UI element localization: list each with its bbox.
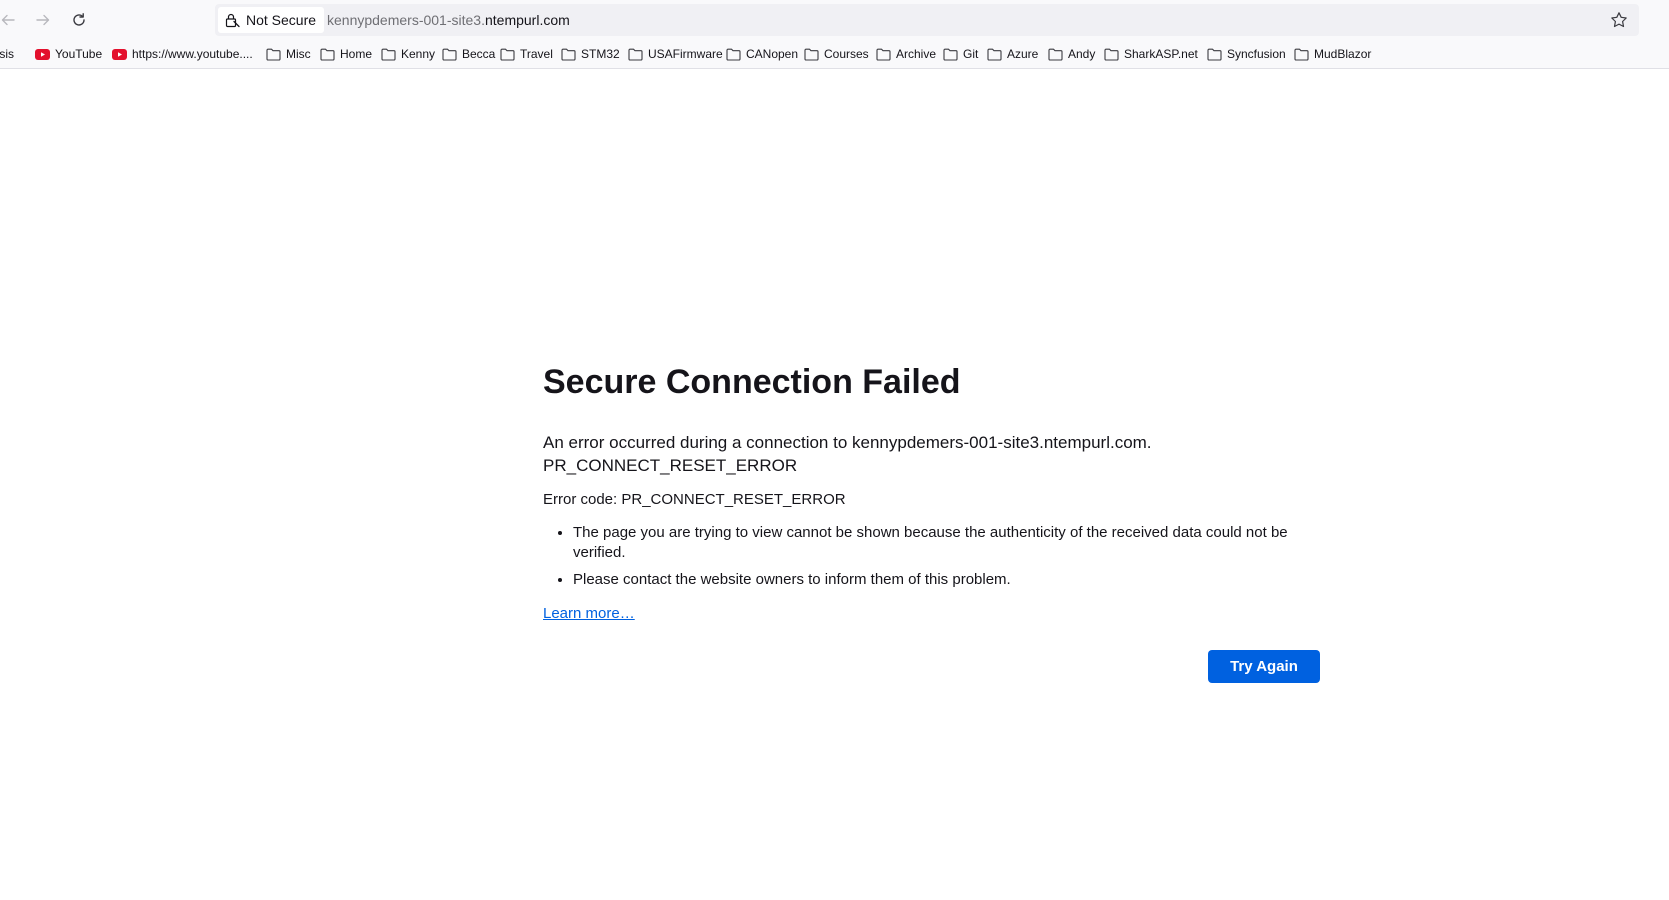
bookmark-https-www-youtube[interactable]: https://www.youtube.... — [112, 44, 253, 64]
bookmark-home[interactable]: Home — [320, 44, 372, 64]
error-page: Secure Connection Failed An error occurr… — [543, 360, 1320, 684]
bookmark-misc[interactable]: Misc — [266, 44, 311, 64]
forward-button[interactable] — [29, 6, 57, 34]
folder-icon — [726, 48, 741, 61]
folder-icon — [628, 48, 643, 61]
url-text[interactable]: kennypdemers-001-site3.ntempurl.com — [327, 4, 570, 36]
folder-icon — [320, 48, 335, 61]
error-description-code: PR_CONNECT_RESET_ERROR — [543, 456, 798, 475]
folder-icon — [266, 48, 281, 61]
youtube-icon — [35, 48, 50, 60]
bookmark-label: Andy — [1068, 47, 1096, 61]
bookmark-nasis[interactable]: nasis — [0, 44, 14, 64]
bookmark-label: Syncfusion — [1227, 47, 1286, 61]
bookmark-label: Misc — [286, 47, 311, 61]
bookmark-star-button[interactable] — [1609, 10, 1629, 30]
arrow-left-icon — [1, 14, 15, 26]
bookmark-label: Archive — [896, 47, 937, 61]
bookmark-label: Home — [340, 47, 373, 61]
bookmark-label: nasis — [0, 47, 15, 61]
security-label: Not Secure — [246, 12, 317, 28]
browser-toolbar: Not Secure kennypdemers-001-site3.ntempu… — [0, 0, 1669, 40]
star-icon — [1611, 12, 1627, 28]
bookmark-label: USAFirmware — [648, 47, 723, 61]
youtube-icon — [112, 48, 127, 60]
folder-icon — [1207, 48, 1222, 61]
url-domain: ntempurl.com — [484, 12, 570, 28]
url-bar[interactable]: Not Secure kennypdemers-001-site3.ntempu… — [215, 4, 1639, 36]
bookmark-label: https://www.youtube.... — [132, 47, 253, 61]
bookmark-label: Git — [963, 47, 979, 61]
back-button[interactable] — [0, 6, 22, 34]
bookmark-git[interactable]: Git — [943, 44, 978, 64]
error-details-list: The page you are trying to view cannot b… — [543, 523, 1320, 590]
bookmark-azure[interactable]: Azure — [987, 44, 1038, 64]
site-security-button[interactable]: Not Secure — [218, 7, 325, 33]
bookmark-label: Becca — [462, 47, 496, 61]
folder-icon — [500, 48, 515, 61]
bookmarks-toolbar: nasis YouTube https://www.youtube.... Misc H… — [0, 40, 1669, 69]
bookmark-kenny[interactable]: Kenny — [381, 44, 435, 64]
bookmark-youtube[interactable]: YouTube — [35, 44, 102, 64]
bookmark-stm32[interactable]: STM32 — [561, 44, 620, 64]
arrow-right-icon — [36, 14, 50, 26]
list-item: Please contact the website owners to inf… — [573, 570, 1320, 590]
folder-icon — [1048, 48, 1063, 61]
try-again-button[interactable]: Try Again — [1208, 650, 1320, 683]
folder-icon — [1294, 48, 1309, 61]
bookmark-travel[interactable]: Travel — [500, 44, 553, 64]
folder-icon — [442, 48, 457, 61]
bookmark-archive[interactable]: Archive — [876, 44, 936, 64]
learn-more-link[interactable]: Learn more… — [543, 604, 635, 624]
folder-icon — [381, 48, 396, 61]
bookmark-andy[interactable]: Andy — [1048, 44, 1095, 64]
error-title: Secure Connection Failed — [543, 363, 961, 401]
bookmark-label: CANopen — [746, 47, 799, 61]
bookmark-label: Travel — [520, 47, 553, 61]
bookmark-mudblazor[interactable]: MudBlazor — [1294, 44, 1371, 64]
bookmark-usafirmware[interactable]: USAFirmware — [628, 44, 723, 64]
bookmark-label: SharkASP.net — [1124, 47, 1198, 61]
bookmark-label: Kenny — [401, 47, 436, 61]
url-subdomain: kennypdemers-001-site3. — [327, 12, 485, 28]
folder-icon — [876, 48, 891, 61]
bookmark-label: Courses — [824, 47, 869, 61]
error-description: An error occurred during a connection to… — [543, 431, 1320, 477]
insecure-lock-icon — [225, 13, 240, 28]
folder-icon — [561, 48, 576, 61]
bookmark-sharkasp-net[interactable]: SharkASP.net — [1104, 44, 1198, 64]
folder-icon — [1104, 48, 1119, 61]
folder-icon — [804, 48, 819, 61]
reload-icon — [73, 13, 85, 26]
reload-button[interactable] — [65, 6, 93, 34]
folder-icon — [943, 48, 958, 61]
bookmark-label: YouTube — [55, 47, 103, 61]
bookmark-courses[interactable]: Courses — [804, 44, 869, 64]
button-row: Try Again — [543, 650, 1320, 684]
bookmark-label: Azure — [1007, 47, 1039, 61]
bookmark-label: MudBlazor — [1314, 47, 1372, 61]
bookmark-becca[interactable]: Becca — [442, 44, 495, 64]
list-item: The page you are trying to view cannot b… — [573, 523, 1320, 563]
bookmark-canopen[interactable]: CANopen — [726, 44, 798, 64]
error-description-line: An error occurred during a connection to… — [543, 433, 1152, 452]
folder-icon — [987, 48, 1002, 61]
bookmark-label: STM32 — [581, 47, 620, 61]
error-code: Error code: PR_CONNECT_RESET_ERROR — [543, 491, 846, 508]
bookmark-syncfusion[interactable]: Syncfusion — [1207, 44, 1286, 64]
